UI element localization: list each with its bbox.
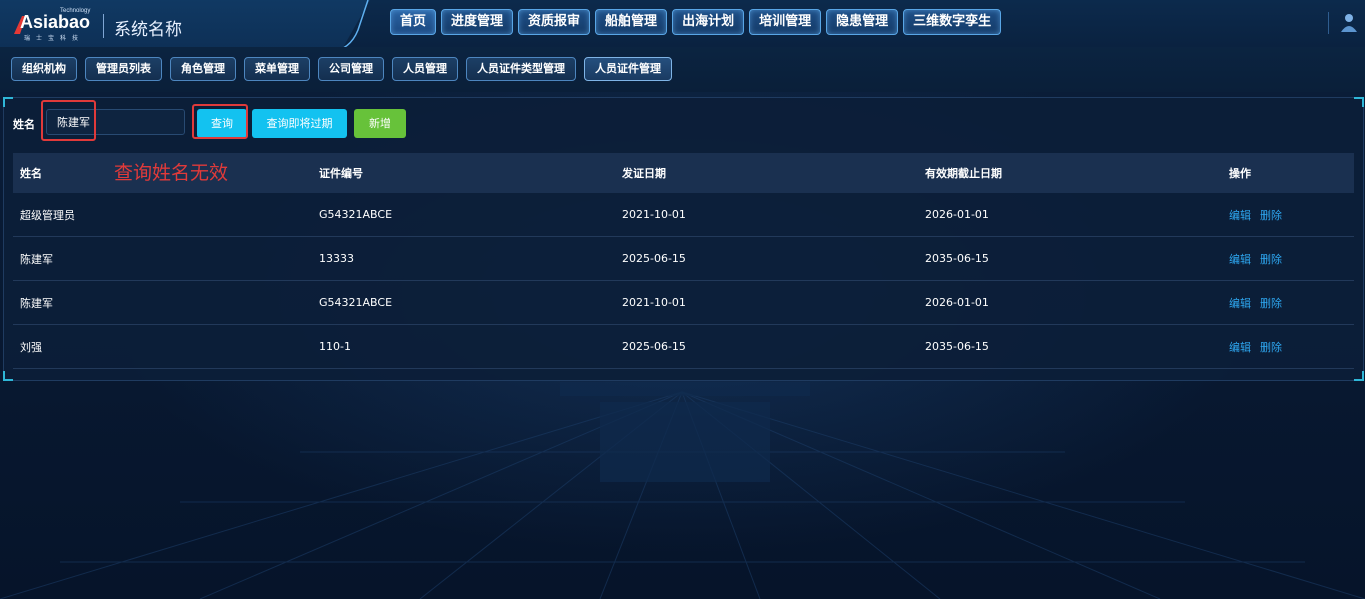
corner-decoration (1354, 371, 1364, 381)
query-expiring-button[interactable]: 查询即将过期 (252, 109, 347, 138)
nav-sea-plan[interactable]: 出海计划 (672, 9, 745, 35)
table-row: 陈建军 13333 2025-06-15 2035-06-15 编辑 删除 (13, 237, 1354, 281)
content-panel: 姓名 查询 查询即将过期 新增 姓名 证件编号 发证日期 有效期截止日期 操作 … (3, 97, 1364, 381)
corner-decoration (1354, 97, 1364, 107)
tab-menu[interactable]: 菜单管理 (244, 57, 310, 81)
cell-cert-no: G54321ABCE (319, 208, 393, 221)
tab-company[interactable]: 公司管理 (318, 57, 384, 81)
main-nav: 首页 进度管理 资质报审 船舶管理 出海计划 培训管理 隐患管理 三维数字孪生 (390, 9, 1002, 35)
header-expire-date: 有效期截止日期 (925, 167, 1002, 180)
logo-wordmark: Asiabao (20, 12, 91, 32)
cell-expire-date: 2035-06-15 (925, 340, 989, 353)
tab-personnel[interactable]: 人员管理 (392, 57, 458, 81)
table-row: 超级管理员 G54321ABCE 2021-10-01 2026-01-01 编… (13, 193, 1354, 237)
corner-decoration (3, 371, 13, 381)
logo-tech-text: Technology (60, 8, 91, 14)
edit-link[interactable]: 编辑 (1229, 251, 1251, 267)
delete-link[interactable]: 删除 (1260, 251, 1282, 267)
top-header: Asiabao Technology 瑞士宝科技 系统名称 首页 进度管理 资质… (0, 0, 1365, 53)
cell-name: 刘强 (20, 340, 42, 354)
nav-digital-twin[interactable]: 三维数字孪生 (903, 9, 1002, 35)
delete-link[interactable]: 删除 (1260, 295, 1282, 311)
table-row: 刘强 110-1 2025-06-15 2035-06-15 编辑 删除 (13, 325, 1354, 369)
cell-issue-date: 2021-10-01 (622, 296, 686, 309)
edit-link[interactable]: 编辑 (1229, 339, 1251, 355)
tab-role[interactable]: 角色管理 (170, 57, 236, 81)
nav-hazard[interactable]: 隐患管理 (826, 9, 899, 35)
edit-link[interactable]: 编辑 (1229, 295, 1251, 311)
cell-cert-no: 13333 (319, 252, 354, 265)
nav-qualification[interactable]: 资质报审 (518, 9, 591, 35)
tab-cert-type[interactable]: 人员证件类型管理 (466, 57, 576, 81)
cert-table: 姓名 证件编号 发证日期 有效期截止日期 操作 超级管理员 G54321ABCE… (13, 153, 1354, 369)
tab-admin-list[interactable]: 管理员列表 (85, 57, 162, 81)
header-actions: 操作 (1229, 167, 1251, 180)
cell-issue-date: 2021-10-01 (622, 208, 686, 221)
cell-expire-date: 2026-01-01 (925, 296, 989, 309)
cell-cert-no: G54321ABCE (319, 296, 393, 309)
cell-name: 陈建军 (20, 252, 53, 266)
annotation-note: 查询姓名无效 (114, 162, 229, 184)
cell-issue-date: 2025-06-15 (622, 252, 686, 265)
nav-home[interactable]: 首页 (390, 9, 437, 35)
system-name: 系统名称 (114, 20, 182, 40)
user-avatar-icon[interactable] (1338, 12, 1360, 34)
delete-link[interactable]: 删除 (1260, 207, 1282, 223)
highlight-box-input (41, 100, 96, 141)
tab-cert-management[interactable]: 人员证件管理 (584, 57, 672, 81)
cell-name: 超级管理员 (20, 208, 75, 222)
cell-expire-date: 2035-06-15 (925, 252, 989, 265)
cell-expire-date: 2026-01-01 (925, 208, 989, 221)
delete-link[interactable]: 删除 (1260, 339, 1282, 355)
cell-issue-date: 2025-06-15 (622, 340, 686, 353)
cell-name: 陈建军 (20, 296, 53, 310)
nav-progress[interactable]: 进度管理 (441, 9, 514, 35)
tab-organization[interactable]: 组织机构 (11, 57, 77, 81)
user-divider (1328, 12, 1329, 34)
logo-subtitle: 瑞士宝科技 (24, 35, 85, 42)
sub-tab-bar: 组织机构 管理员列表 角色管理 菜单管理 公司管理 人员管理 人员证件类型管理 … (0, 47, 1365, 92)
add-button[interactable]: 新增 (354, 109, 406, 138)
search-name-label: 姓名 (13, 118, 35, 131)
nav-ship[interactable]: 船舶管理 (595, 9, 668, 35)
highlight-box-query (192, 104, 248, 139)
nav-training[interactable]: 培训管理 (749, 9, 822, 35)
cell-cert-no: 110-1 (319, 340, 351, 353)
logo-divider (103, 14, 104, 38)
edit-link[interactable]: 编辑 (1229, 207, 1251, 223)
header-cert-no: 证件编号 (319, 167, 363, 180)
table-row: 陈建军 G54321ABCE 2021-10-01 2026-01-01 编辑 … (13, 281, 1354, 325)
header-issue-date: 发证日期 (622, 167, 666, 180)
corner-decoration (3, 97, 13, 107)
